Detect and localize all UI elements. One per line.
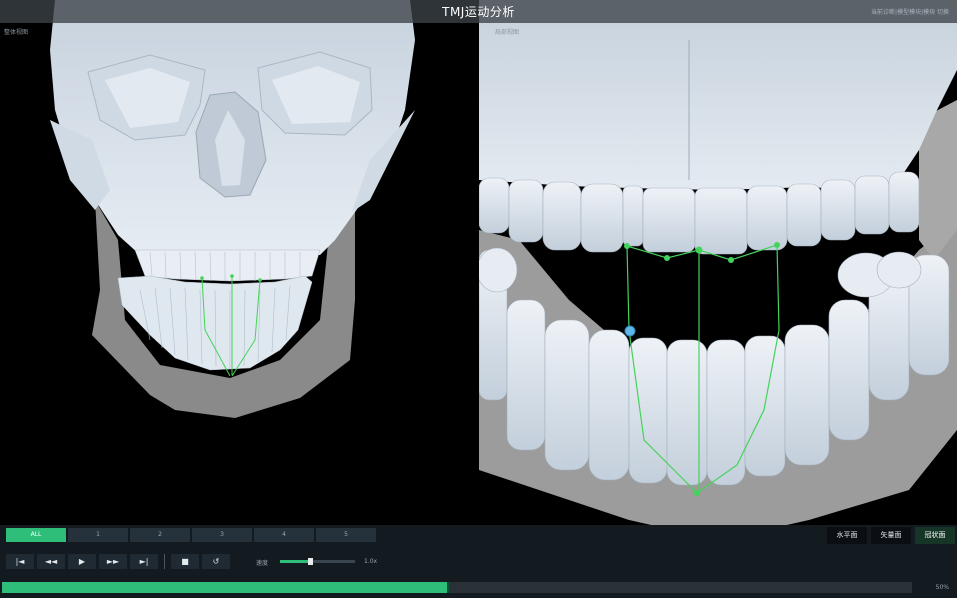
- fast-forward-icon: ►►: [106, 557, 120, 566]
- skip-to-end-icon: ►|: [139, 557, 149, 566]
- skip-to-start-button[interactable]: |◄: [6, 554, 34, 569]
- speed-slider-fill: [280, 560, 310, 563]
- horizontal-plane-button[interactable]: 水平面: [827, 527, 867, 544]
- skip-to-end-button[interactable]: ►|: [130, 554, 158, 569]
- rewind-button[interactable]: ◄◄: [37, 554, 65, 569]
- tab-3[interactable]: 3: [192, 528, 252, 542]
- skull-3d-model: [50, 0, 415, 418]
- header-right-info: 当前诊断|模型模块|模块 切换: [871, 9, 949, 16]
- play-icon: ▶: [78, 557, 86, 566]
- play-button[interactable]: ▶: [68, 554, 96, 569]
- maxilla: [479, 0, 957, 190]
- plane-mode-buttons: 水平面 矢量面 冠状面: [827, 527, 955, 544]
- speed-slider-handle[interactable]: [308, 558, 313, 565]
- overall-viewport[interactable]: 整体视图: [0, 0, 477, 525]
- playback-controls: ALL 1 2 3 4 5 |◄ ◄◄ ▶ ►► ►| ■ ↺ 速度 1.0x …: [0, 525, 957, 598]
- speed-label: 速度: [256, 560, 269, 567]
- progress-percent: 50%: [935, 584, 949, 591]
- transport-divider: [164, 554, 165, 569]
- selected-landmark: [624, 325, 636, 337]
- tab-1[interactable]: 1: [68, 528, 128, 542]
- reset-button[interactable]: ↺: [202, 554, 230, 569]
- sagittal-plane-button[interactable]: 矢量面: [871, 527, 911, 544]
- stop-button[interactable]: ■: [171, 554, 199, 569]
- stop-icon: ■: [181, 557, 189, 566]
- coronal-plane-button[interactable]: 冠状面: [915, 527, 955, 544]
- title-bar: TMJ运动分析 当前诊断|模型模块|模块 切换: [0, 0, 957, 23]
- tab-2[interactable]: 2: [130, 528, 190, 542]
- tab-5[interactable]: 5: [316, 528, 376, 542]
- tab-all[interactable]: ALL: [6, 528, 66, 542]
- tab-4[interactable]: 4: [254, 528, 314, 542]
- teeth-3d-model: [479, 0, 957, 540]
- transport-buttons: |◄ ◄◄ ▶ ►► ►| ■ ↺: [6, 554, 230, 569]
- speed-slider[interactable]: [280, 558, 355, 565]
- overall-view-label: 整体视图: [4, 29, 29, 36]
- reset-icon: ↺: [212, 557, 220, 566]
- local-viewport[interactable]: 局部视图: [479, 0, 957, 555]
- timeline-progress-fill: [2, 582, 448, 593]
- app-title: TMJ运动分析: [442, 5, 515, 19]
- rewind-icon: ◄◄: [44, 557, 58, 566]
- speed-value: 1.0x: [364, 558, 378, 565]
- skip-to-start-icon: |◄: [15, 557, 25, 566]
- timeline-progress-bar[interactable]: [2, 582, 912, 593]
- segment-tabs: ALL 1 2 3 4 5: [6, 528, 376, 542]
- local-view-label: 局部视图: [495, 29, 520, 36]
- upper-teeth: [134, 249, 321, 282]
- timeline-playhead[interactable]: [446, 582, 449, 593]
- fast-forward-button[interactable]: ►►: [99, 554, 127, 569]
